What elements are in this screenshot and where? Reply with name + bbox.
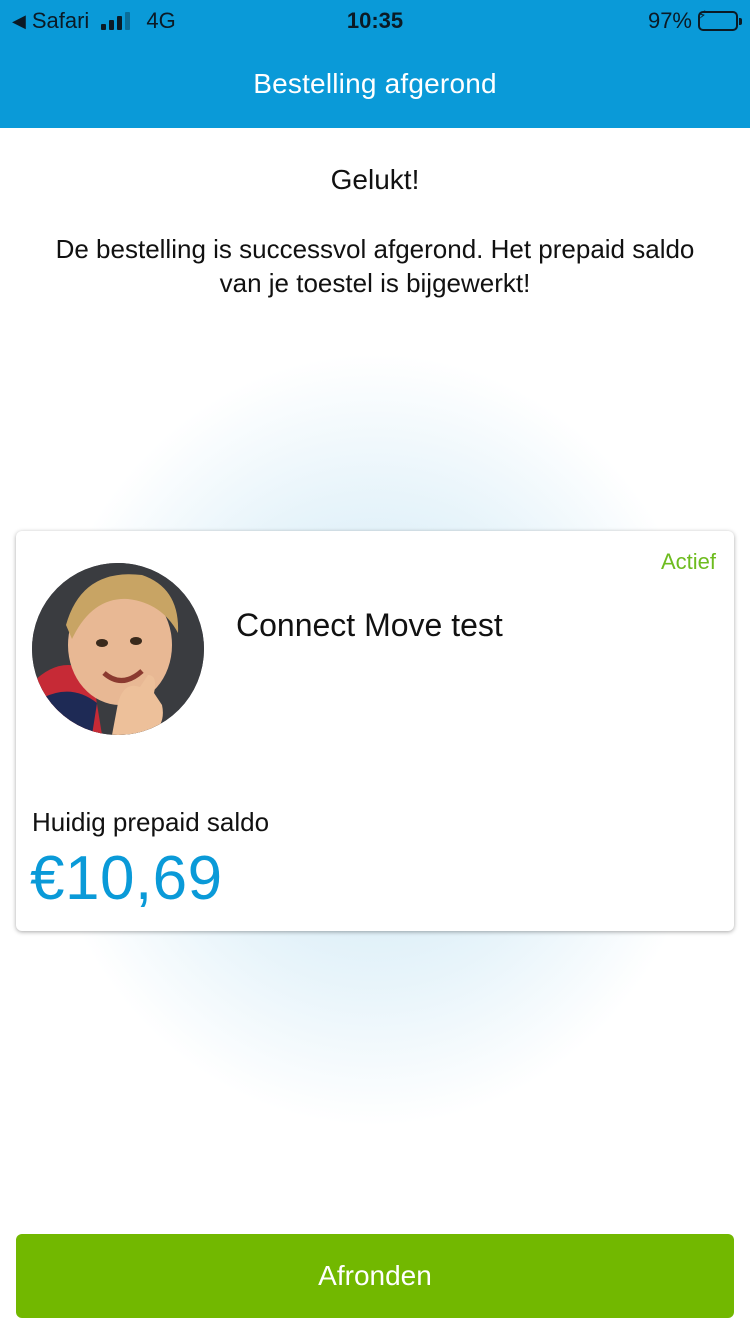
page: ◀ Safari 4G 10:35 97% ⚡ Bestelling afger… <box>0 0 750 1334</box>
device-name: Connect Move test <box>236 607 503 643</box>
status-bar: ◀ Safari 4G 10:35 97% ⚡ <box>0 0 750 40</box>
app-header: ◀ Safari 4G 10:35 97% ⚡ Bestelling afger… <box>0 0 750 128</box>
balance-label: Huidig prepaid saldo <box>32 807 270 837</box>
battery-percentage: 97% <box>647 8 692 33</box>
status-badge: Actief <box>660 549 716 574</box>
success-title: Gelukt! <box>330 164 420 195</box>
balance-value: €10,69 <box>30 844 223 913</box>
success-message: De bestelling is successvol afgerond. He… <box>55 234 695 298</box>
battery-icon: ⚡ <box>697 7 742 31</box>
status-bar-right: 97% ⚡ <box>647 7 742 34</box>
page-title: Bestelling afgerond <box>253 68 497 99</box>
charging-bolt-icon: ⚡ <box>697 7 707 23</box>
device-card[interactable]: Actief Connect Move test Huidig prepaid … <box>16 531 734 931</box>
child-photo-image <box>32 563 204 735</box>
status-time: 10:35 <box>346 8 404 33</box>
avatar <box>32 563 204 735</box>
finish-button[interactable]: Afronden <box>16 1234 734 1318</box>
